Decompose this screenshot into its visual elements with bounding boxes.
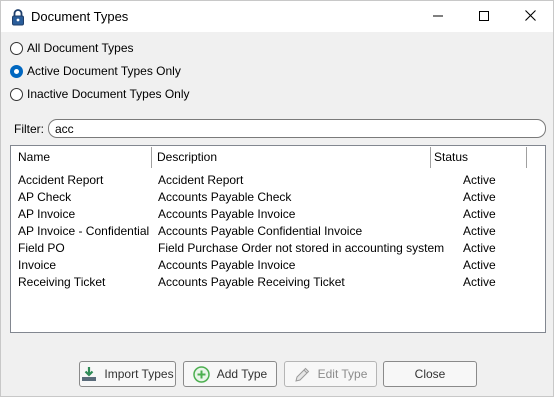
cell-description: Accounts Payable Check — [158, 190, 292, 204]
table-row[interactable]: AP Check Accounts Payable Check Active — [11, 189, 545, 206]
close-window-button[interactable] — [507, 1, 553, 32]
cell-status: Active — [463, 258, 496, 272]
padlock-icon — [11, 8, 25, 26]
table-row[interactable]: Invoice Accounts Payable Invoice Active — [11, 257, 545, 274]
filter-input[interactable] — [48, 119, 546, 138]
cell-name: AP Invoice - Confidential — [18, 224, 150, 238]
cell-description: Accounts Payable Invoice — [158, 258, 296, 272]
add-type-label: Add Type — [216, 367, 268, 381]
edit-type-label: Edit Type — [317, 367, 368, 381]
table-row[interactable]: Accident Report Accident Report Active — [11, 172, 545, 189]
radio-button[interactable] — [10, 41, 23, 55]
cell-name: Receiving Ticket — [18, 275, 106, 289]
column-header-name[interactable]: Name — [18, 150, 50, 164]
edit-type-button[interactable]: Edit Type — [284, 361, 377, 387]
close-label: Close — [414, 367, 446, 381]
table-row[interactable]: Receiving Ticket Accounts Payable Receiv… — [11, 274, 545, 291]
cell-status: Active — [463, 275, 496, 289]
minimize-button[interactable] — [415, 1, 461, 32]
radio-all-document-types[interactable]: All Document Types — [10, 40, 134, 56]
cell-name: AP Check — [18, 190, 72, 204]
document-types-window: Document Types All Document Types Active… — [0, 0, 554, 397]
cell-description: Accounts Payable Confidential Invoice — [158, 224, 363, 238]
add-icon — [193, 365, 210, 383]
radio-active-document-types[interactable]: Active Document Types Only — [10, 63, 181, 79]
radio-label: Inactive Document Types Only — [27, 87, 190, 101]
column-divider[interactable] — [430, 147, 431, 168]
import-icon — [81, 366, 97, 382]
cell-status: Active — [463, 190, 496, 204]
cell-name: Invoice — [18, 258, 57, 272]
table-row[interactable]: AP Invoice Accounts Payable Invoice Acti… — [11, 206, 545, 223]
table-row[interactable]: AP Invoice - Confidential Accounts Payab… — [11, 223, 545, 240]
cell-status: Active — [463, 207, 496, 221]
maximize-icon — [479, 10, 489, 24]
column-divider[interactable] — [151, 147, 152, 168]
column-header-status[interactable]: Status — [434, 150, 468, 164]
cell-description: Accounts Payable Receiving Ticket — [158, 275, 345, 289]
column-header-description[interactable]: Description — [157, 150, 217, 164]
radio-label: Active Document Types Only — [27, 64, 181, 78]
column-divider[interactable] — [526, 147, 527, 168]
pencil-icon — [294, 366, 311, 383]
import-types-label: Import Types — [104, 367, 174, 381]
radio-label: All Document Types — [27, 41, 134, 55]
maximize-button[interactable] — [461, 1, 507, 32]
import-types-button[interactable]: Import Types — [79, 361, 176, 387]
radio-button-selected[interactable] — [10, 64, 23, 78]
cell-name: AP Invoice — [18, 207, 76, 221]
cell-status: Active — [463, 173, 496, 187]
cell-description: Accounts Payable Invoice — [158, 207, 296, 221]
list-header: Name Description Status — [11, 146, 545, 168]
cell-name: Accident Report — [18, 173, 104, 187]
radio-button[interactable] — [10, 87, 23, 101]
cell-description: Field Purchase Order not stored in accou… — [158, 241, 445, 255]
radio-inactive-document-types[interactable]: Inactive Document Types Only — [10, 86, 190, 102]
close-icon — [524, 9, 536, 24]
table-row[interactable]: Field PO Field Purchase Order not stored… — [11, 240, 545, 257]
cell-status: Active — [463, 241, 496, 255]
window-title: Document Types — [31, 9, 129, 24]
add-type-button[interactable]: Add Type — [183, 361, 277, 387]
title-bar: Document Types — [1, 1, 553, 32]
close-button[interactable]: Close — [383, 361, 477, 387]
cell-status: Active — [463, 224, 496, 238]
filter-label: Filter: — [14, 122, 44, 136]
cell-name: Field PO — [18, 241, 65, 255]
minimize-icon — [433, 10, 443, 24]
cell-description: Accident Report — [158, 173, 244, 187]
document-types-list[interactable]: Name Description Status Accident Report … — [10, 145, 546, 333]
